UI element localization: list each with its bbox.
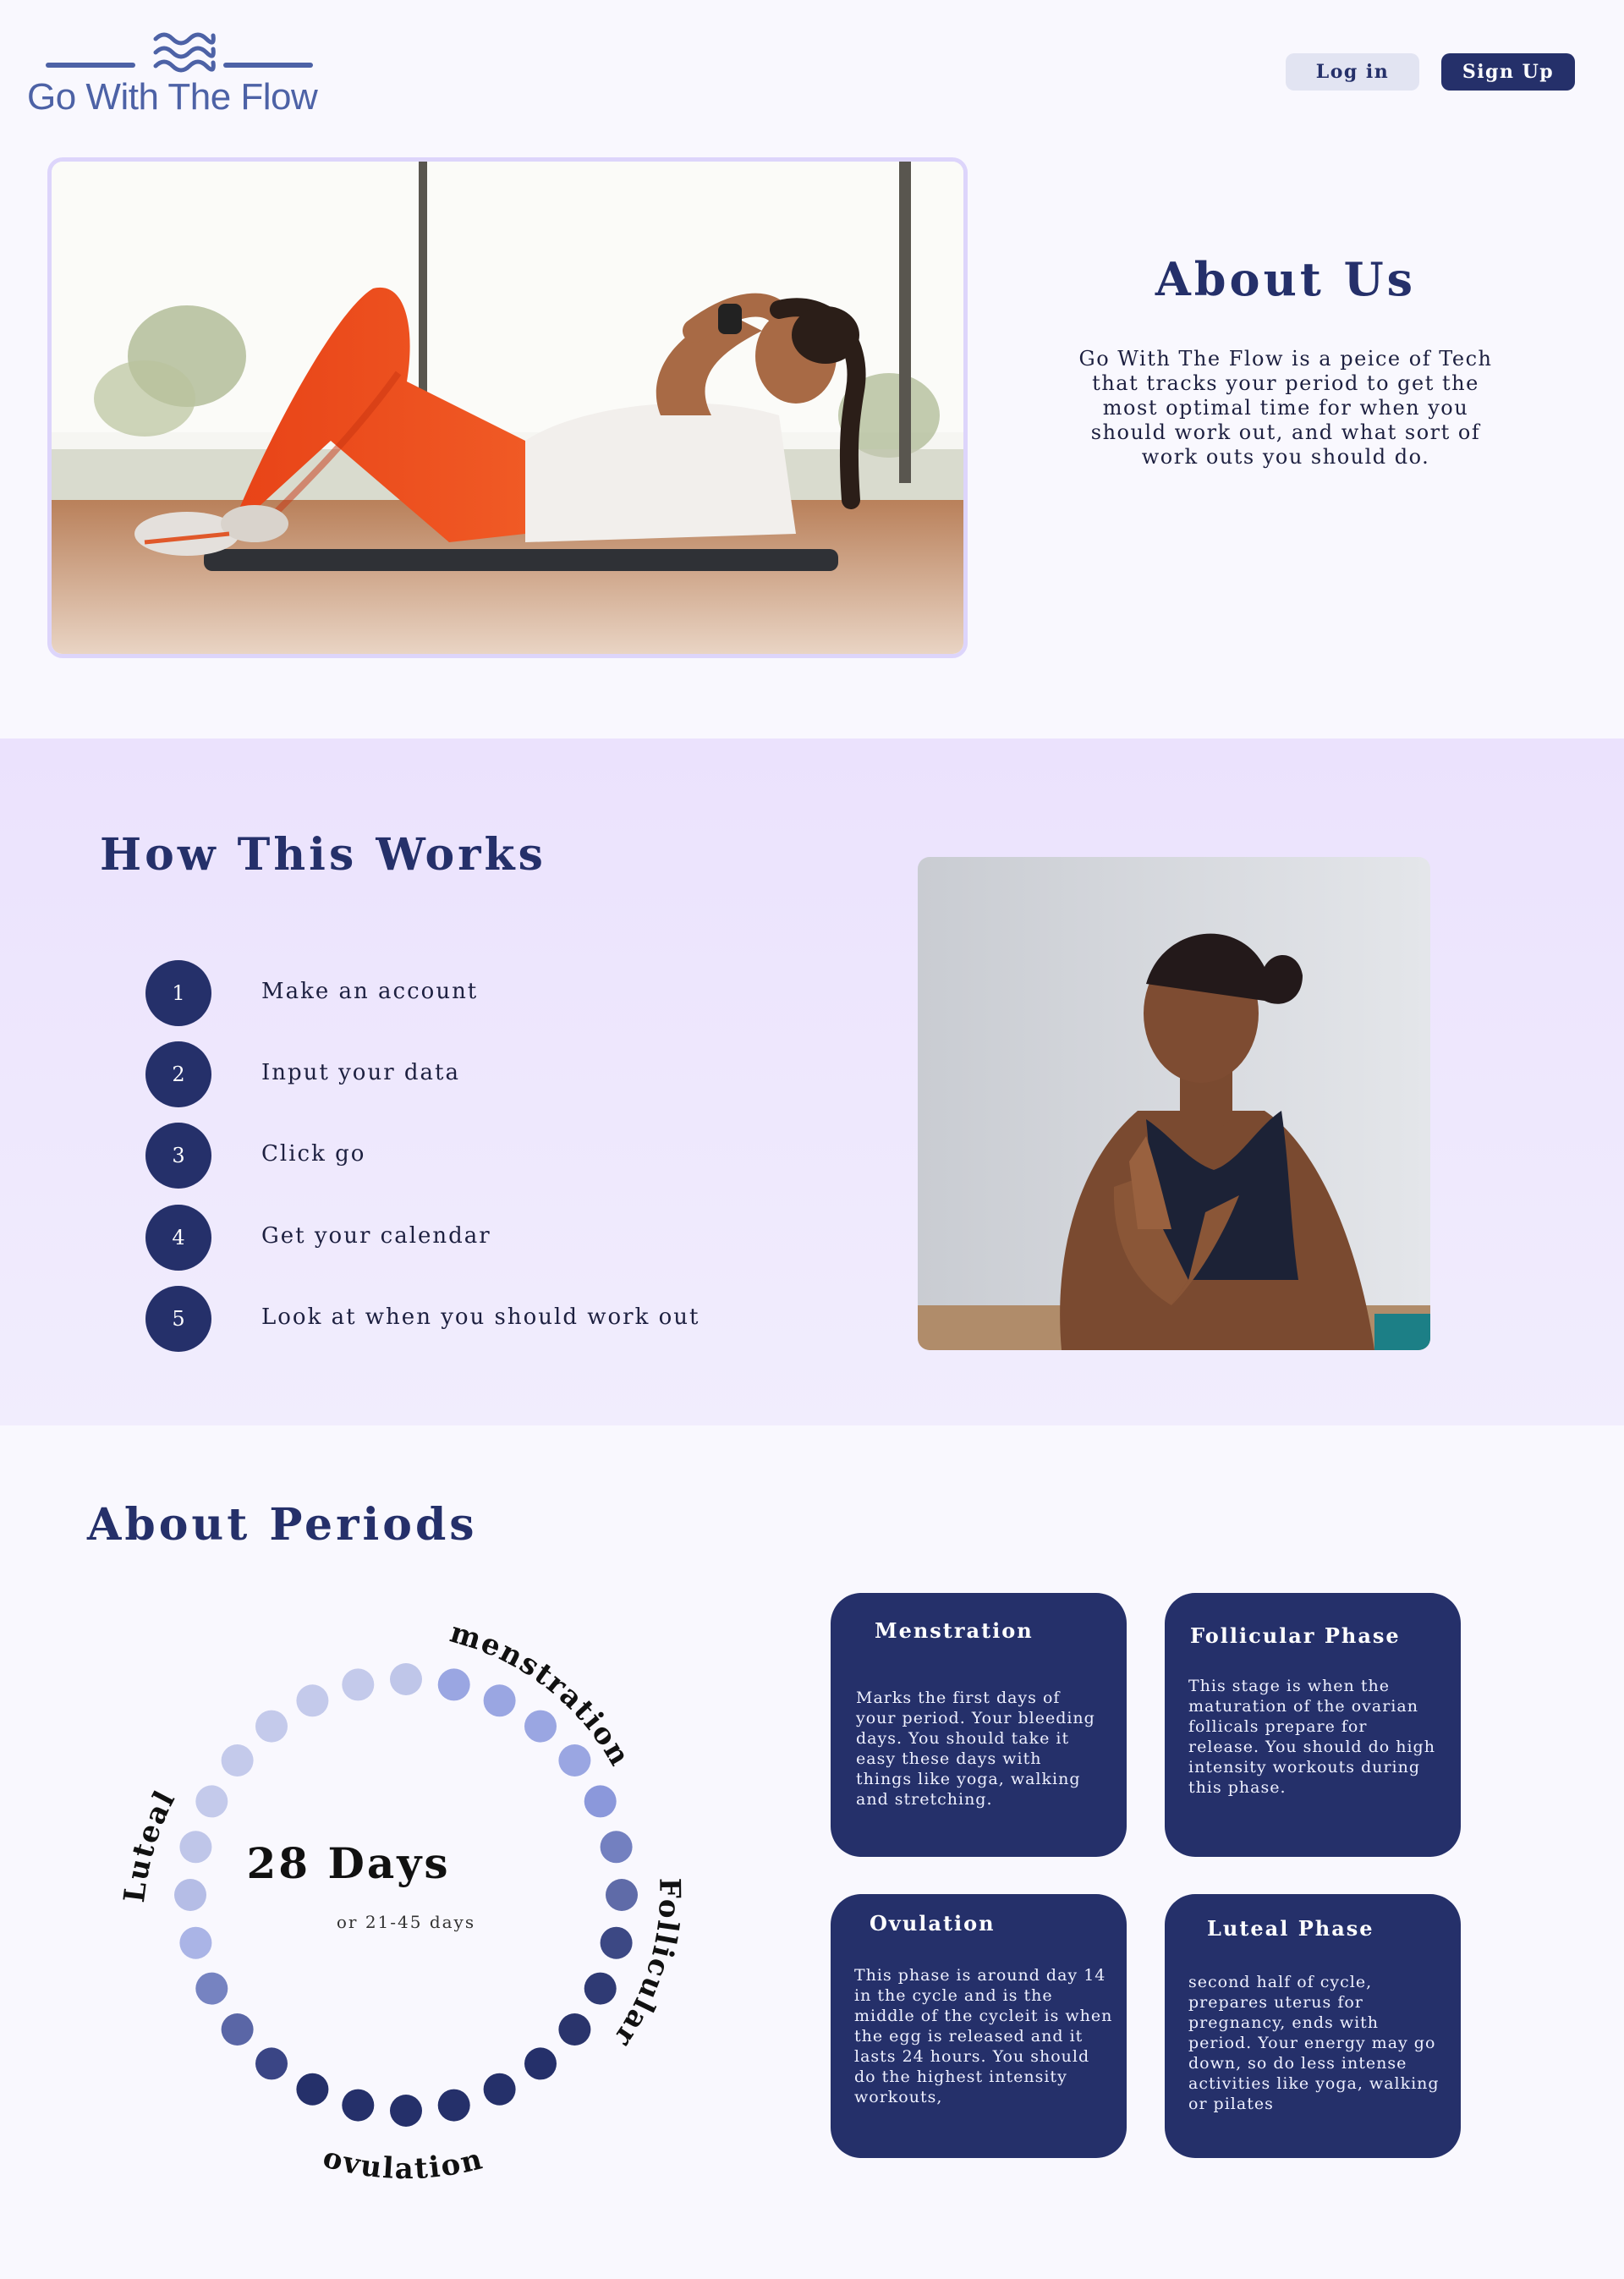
card-body: Marks the first days of your period. You…	[856, 1689, 1095, 1809]
step-item: 1 Make an account	[145, 960, 738, 1028]
cycle-day-dot	[221, 1744, 254, 1777]
card-follicular: Follicular Phase This stage is when the …	[1165, 1593, 1461, 1857]
logo-line-right	[223, 63, 313, 68]
cycle-days: 28 Days	[247, 1838, 451, 1888]
card-body: This phase is around day 14 in the cycle…	[854, 1966, 1113, 2106]
cycle-day-dot	[179, 1926, 212, 1959]
login-button[interactable]: Log in	[1286, 53, 1419, 91]
step-item: 2 Input your data	[145, 1041, 738, 1109]
cycle-day-dot	[437, 2089, 470, 2122]
periods-title: About Periods	[87, 1499, 478, 1551]
step-number: 5	[145, 1286, 211, 1352]
step-label: Make an account	[261, 979, 479, 1004]
step-item: 5 Look at when you should work out	[145, 1286, 738, 1354]
cycle-day-dot	[558, 1744, 591, 1777]
cycle-day-dot	[174, 1879, 206, 1911]
about-title: About Us	[1155, 252, 1417, 306]
phase-label-ovulation: ovulation	[320, 2140, 487, 2186]
cycle-day-dot	[606, 1879, 638, 1911]
step-number: 4	[145, 1205, 211, 1271]
cycle-day-dot	[342, 2089, 375, 2122]
cycle-day-dot	[584, 1785, 617, 1818]
card-body: This stage is when the maturation of the…	[1188, 1677, 1435, 1797]
card-title: Ovulation	[870, 1911, 996, 1936]
cycle-dots	[174, 1663, 638, 2127]
cycle-day-dot	[483, 1684, 516, 1717]
card-title: Menstration	[875, 1618, 1034, 1643]
step-number: 3	[145, 1123, 211, 1189]
step-number: 2	[145, 1041, 211, 1107]
cycle-day-dot	[600, 1831, 633, 1864]
step-item: 4 Get your calendar	[145, 1205, 738, 1272]
cycle-day-dot	[390, 2095, 422, 2127]
step-label: Click go	[261, 1141, 366, 1167]
cycle-days-range: or 21-45 days	[337, 1912, 475, 1932]
card-ovulation: Ovulation This phase is around day 14 in…	[831, 1894, 1127, 2158]
card-title: Luteal Phase	[1207, 1916, 1374, 1941]
cycle-day-dot	[221, 2013, 254, 2046]
signup-button[interactable]: Sign Up	[1441, 53, 1575, 91]
logo[interactable]: Go With The Flow	[27, 30, 340, 124]
brand-name: Go With The Flow	[27, 76, 318, 118]
cycle-day-dot	[296, 1684, 329, 1717]
cycle-day-dot	[437, 1668, 470, 1701]
cycle-day-dot	[483, 2073, 516, 2106]
cycle-day-dot	[524, 2047, 557, 2080]
card-menstration: Menstration Marks the first days of your…	[831, 1593, 1127, 1857]
cycle-day-dot	[296, 2073, 329, 2106]
meditation-photo	[918, 857, 1430, 1350]
card-title: Follicular Phase	[1190, 1623, 1401, 1648]
card-body: second half of cycle, prepares uterus fo…	[1188, 1973, 1440, 2113]
cycle-day-dot	[558, 2013, 591, 2046]
logo-line-left	[46, 63, 135, 68]
cycle-day-dot	[584, 1972, 617, 2005]
meditation-image	[918, 857, 1430, 1350]
cycle-day-dot	[390, 1663, 422, 1695]
hero-image	[47, 157, 968, 658]
step-label: Look at when you should work out	[261, 1304, 700, 1330]
step-label: Get your calendar	[261, 1223, 491, 1249]
phase-label-luteal: Luteal	[118, 1784, 183, 1904]
workout-photo	[52, 162, 963, 654]
cycle-day-dot	[179, 1831, 212, 1864]
cycle-day-dot	[195, 1972, 228, 2005]
cycle-day-dot	[195, 1785, 228, 1818]
cycle-day-dot	[524, 1710, 557, 1743]
step-label: Input your data	[261, 1060, 460, 1085]
how-title: How This Works	[100, 829, 546, 881]
waves-icon	[153, 32, 216, 73]
about-text: Go With The Flow is a peice of Tech that…	[1078, 347, 1493, 469]
cycle-day-dot	[342, 1668, 375, 1701]
phase-label-menstration: menstration	[447, 1616, 638, 1773]
cycle-diagram: 28 Days or 21-45 days menstration Follic…	[118, 1616, 685, 2186]
step-item: 3 Click go	[145, 1123, 738, 1190]
step-number: 1	[145, 960, 211, 1026]
card-luteal: Luteal Phase second half of cycle, prepa…	[1165, 1894, 1461, 2158]
cycle-day-dot	[255, 2047, 288, 2080]
cycle-day-dot	[255, 1710, 288, 1743]
cycle-day-dot	[600, 1926, 633, 1959]
